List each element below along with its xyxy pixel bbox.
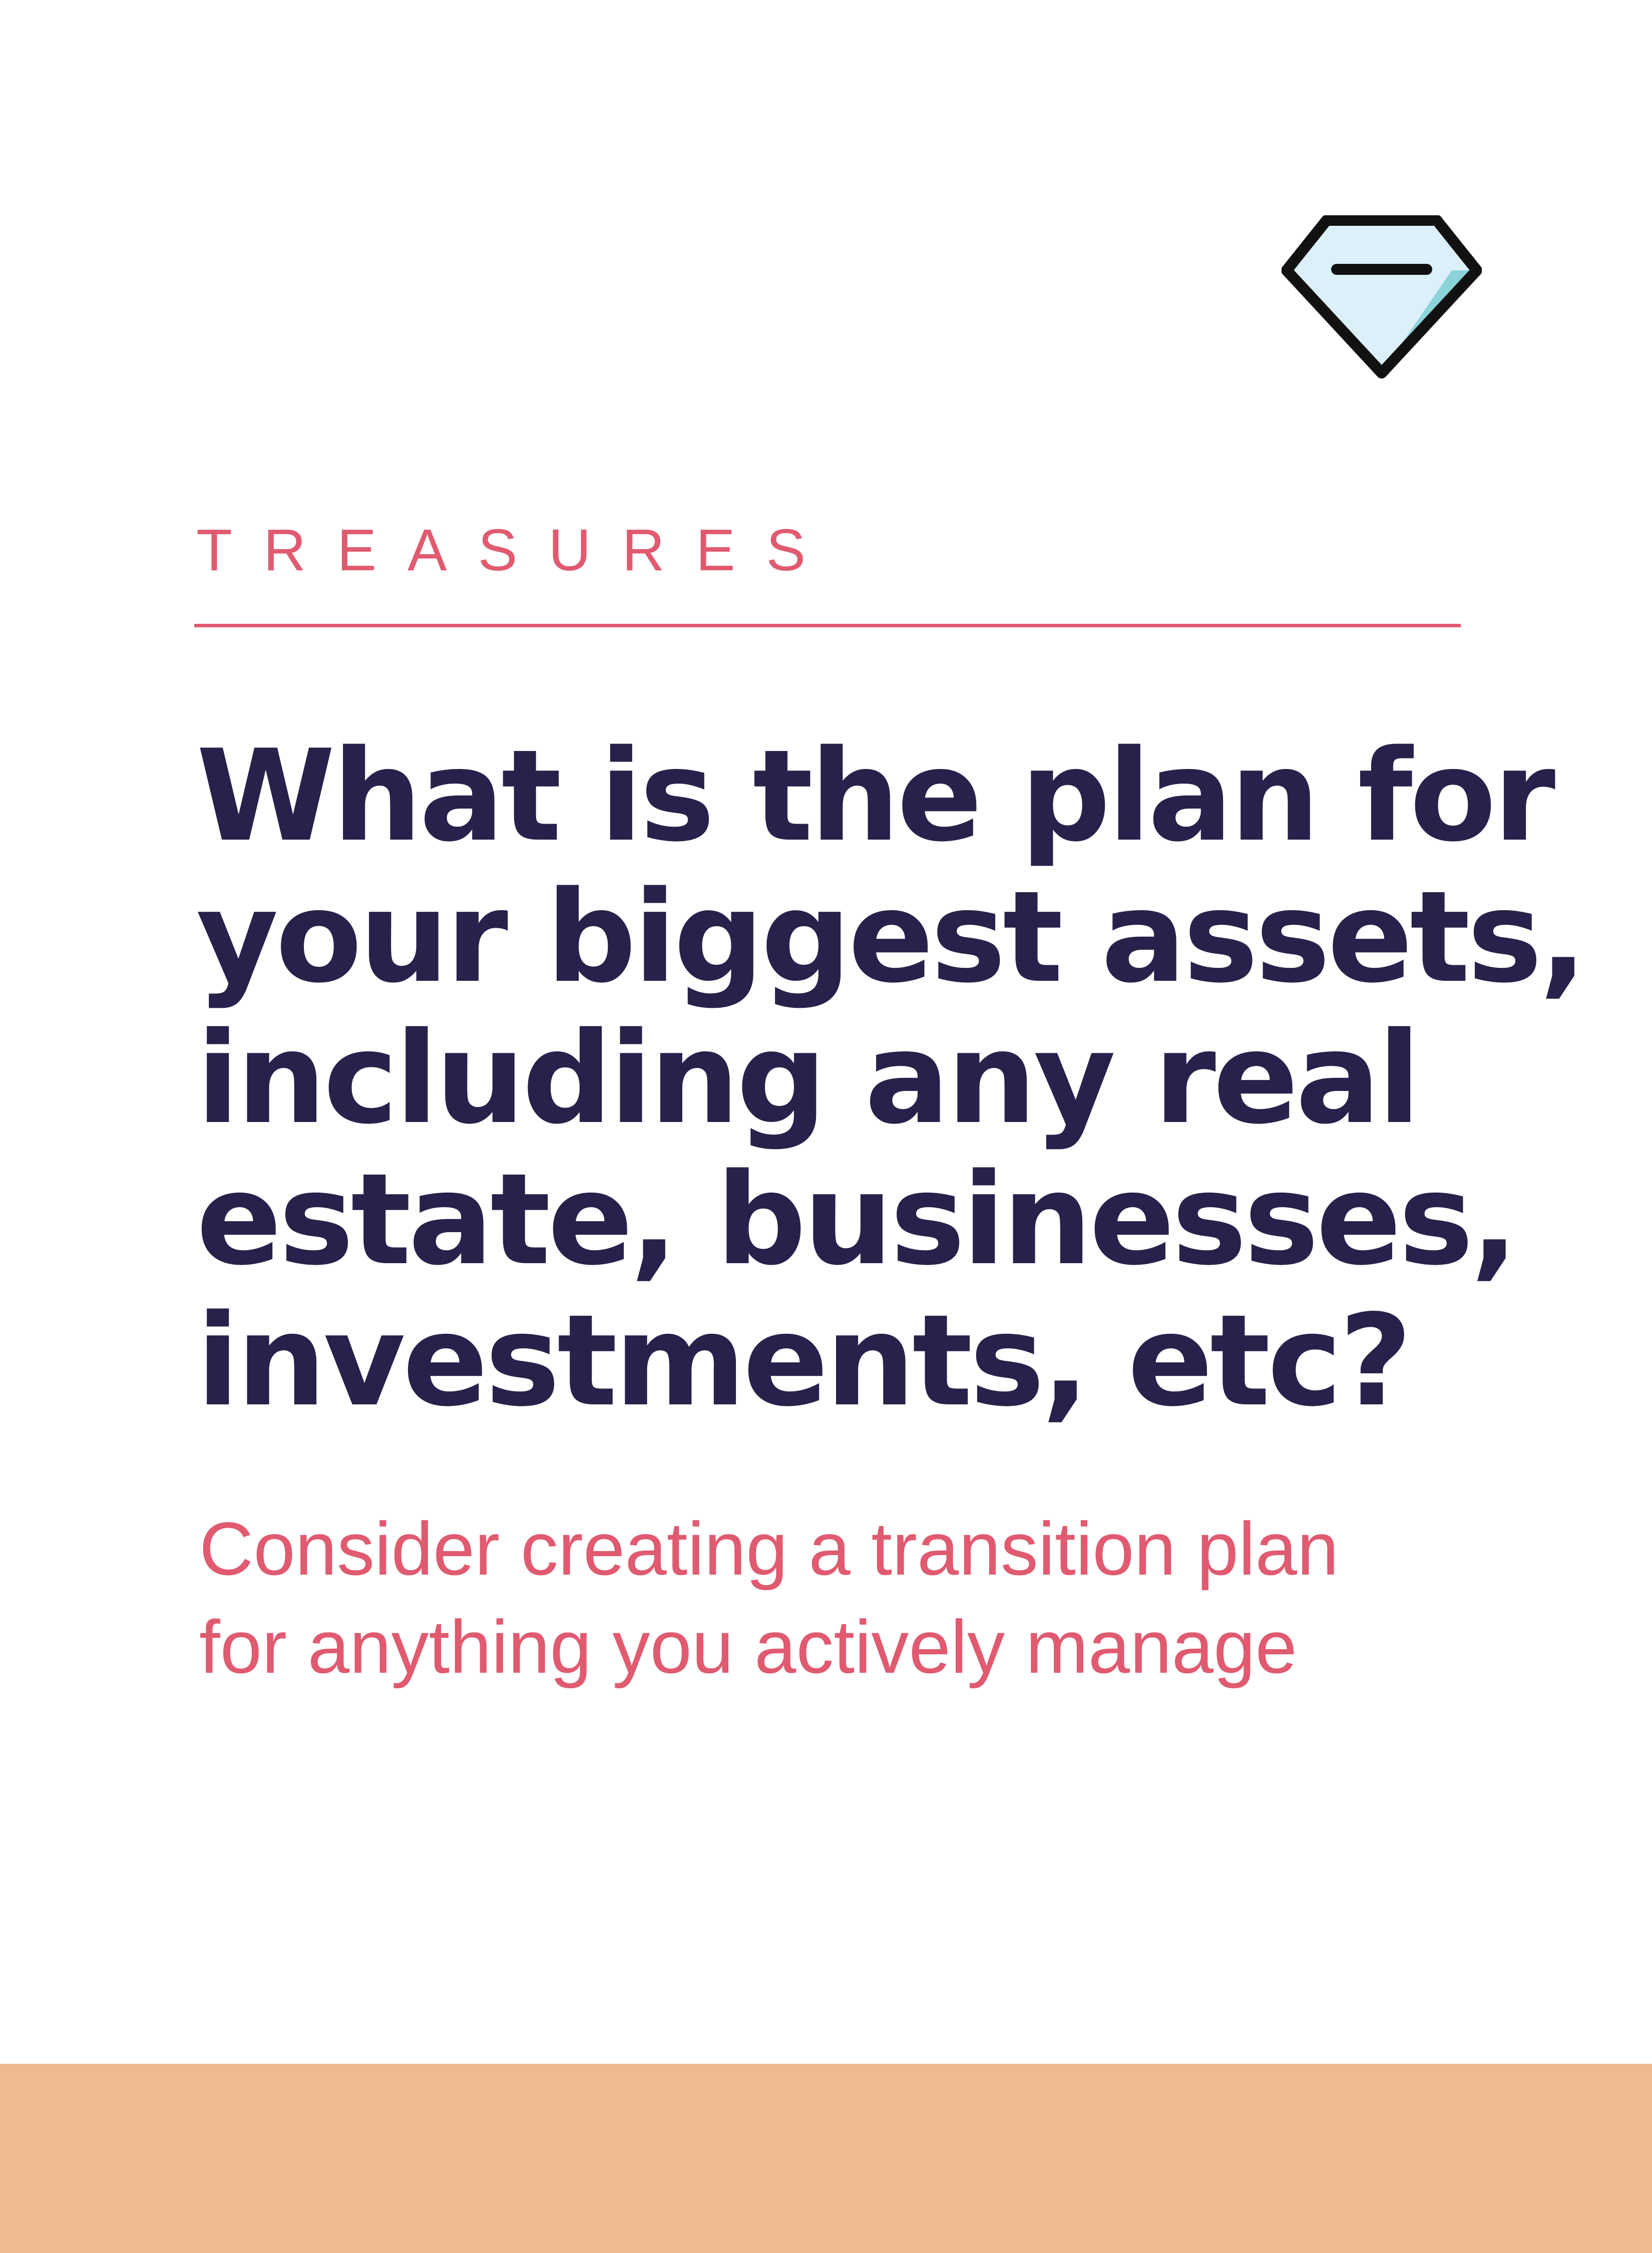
footer-band bbox=[0, 2064, 1652, 2253]
subhead-line: for anything you actively manage bbox=[199, 1605, 1297, 1689]
headline-line: your biggest assets, bbox=[196, 864, 1587, 1011]
headline-question: What is the plan for your biggest assets… bbox=[196, 723, 1587, 1434]
diamond-icon bbox=[1282, 215, 1482, 379]
subhead-line: Consider creating a transition plan bbox=[199, 1507, 1339, 1591]
section-label: TREASURES bbox=[196, 517, 837, 583]
headline-line: estate, businesses, bbox=[196, 1147, 1518, 1293]
headline-line: investments, etc? bbox=[196, 1288, 1412, 1434]
subhead-tip: Consider creating a transition plan for … bbox=[199, 1499, 1501, 1696]
divider bbox=[194, 624, 1461, 627]
headline-line: including any real bbox=[196, 1005, 1421, 1152]
treasures-card: TREASURES What is the plan for your bigg… bbox=[0, 0, 1652, 2253]
headline-line: What is the plan for bbox=[196, 723, 1555, 870]
